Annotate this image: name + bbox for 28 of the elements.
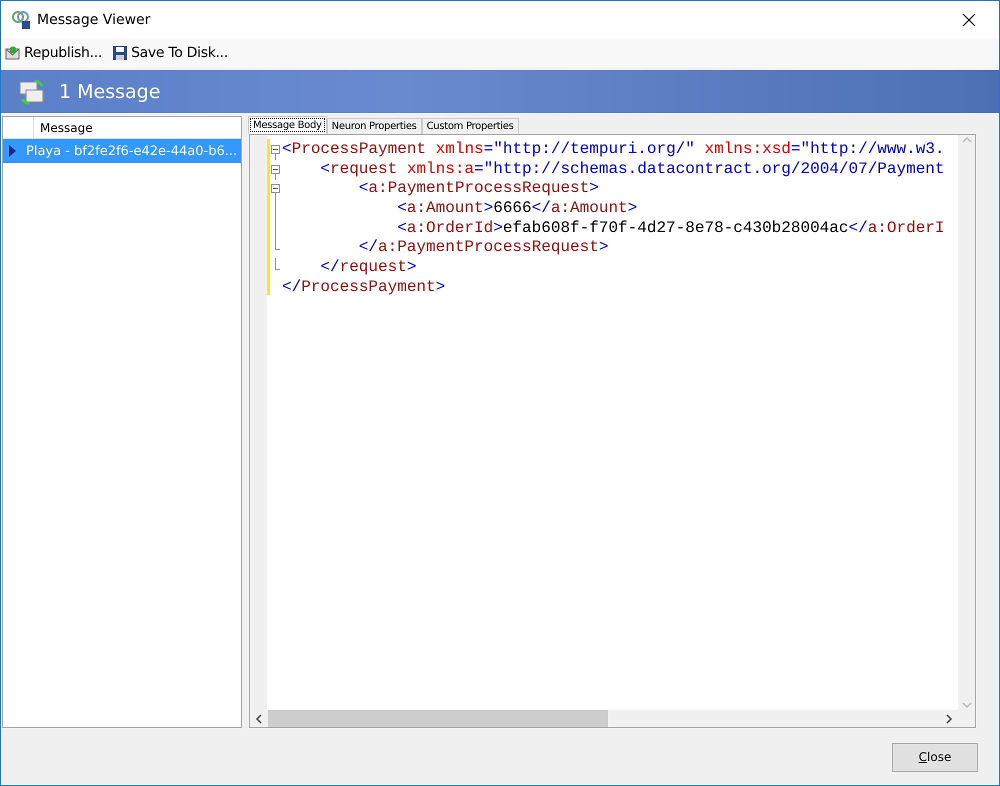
envelopes-icon	[19, 78, 45, 104]
code-line: <ProcessPayment xmlns="http://tempuri.org/" xmlns:xsd="http://www.w3.	[282, 140, 945, 160]
tab[interactable]: Custom Properties	[422, 118, 519, 134]
envelope-icon	[5, 45, 21, 61]
window-title: Message Viewer	[37, 12, 152, 28]
header-title: 1 Message	[59, 80, 160, 102]
fold-end-line	[275, 258, 280, 270]
code-line: </request>	[320, 258, 416, 278]
save-button[interactable]: Save To Disk...	[110, 40, 230, 66]
message-name: Playa - bf2fe2f6-e42e-44a0-b6...	[25, 144, 238, 158]
code-line: <a:OrderId>efab608f-f70f-4d27-8e78-c430b28004ac</a:OrderI	[397, 218, 944, 238]
scroll-left-icon[interactable]	[254, 714, 264, 724]
tab[interactable]: Neuron Properties	[326, 118, 422, 134]
fold-end-line	[275, 238, 280, 250]
code-line: <a:Amount>6666</a:Amount>	[397, 199, 638, 219]
code-line: </ProcessPayment>	[282, 278, 446, 298]
code-line: </a:PaymentProcessRequest>	[358, 238, 608, 258]
app-icon	[11, 10, 31, 30]
republish-button[interactable]: Republish...	[3, 40, 104, 66]
scroll-right-icon[interactable]	[944, 714, 954, 724]
close-button[interactable]: Close	[892, 742, 978, 772]
code-line: <a:PaymentProcessRequest>	[358, 179, 599, 200]
row-pointer-icon	[9, 145, 16, 157]
tab[interactable]: Message Body	[248, 116, 327, 134]
scroll-thumb[interactable]	[268, 710, 608, 727]
code-line: <request xmlns:a="http://schemas.datacontract.org/2004/07/Payment	[320, 160, 945, 180]
column-header: Message	[39, 120, 94, 137]
horizontal-scrollbar[interactable]	[250, 710, 958, 727]
